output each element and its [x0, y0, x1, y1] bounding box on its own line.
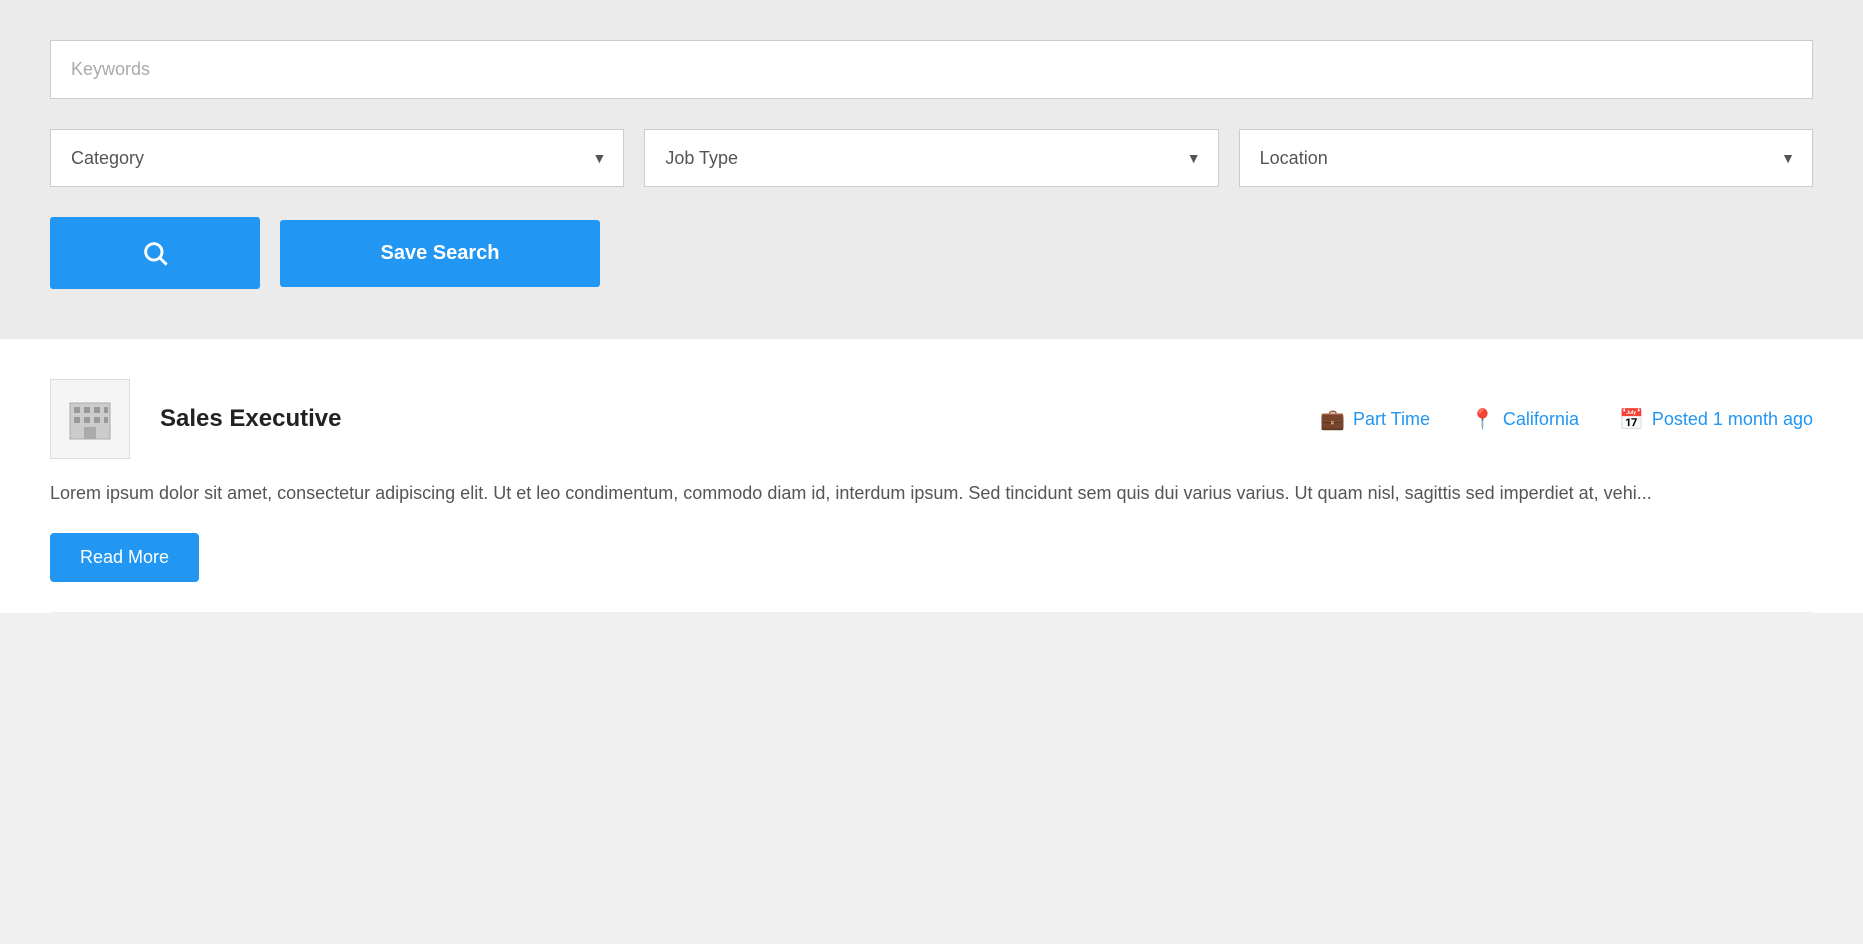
job-meta: 💼 Part Time 📍 California 📅 Posted 1 mont… — [1320, 407, 1813, 432]
job-description: Lorem ipsum dolor sit amet, consectetur … — [50, 479, 1813, 508]
company-logo — [50, 379, 130, 459]
posted-label: Posted 1 month ago — [1652, 409, 1813, 430]
job-type-label: Part Time — [1353, 409, 1430, 430]
job-type-select[interactable]: Job Type Full Time Part Time Freelance C… — [644, 129, 1218, 187]
search-button[interactable] — [50, 217, 260, 289]
job-type-wrapper: Job Type Full Time Part Time Freelance C… — [644, 129, 1218, 187]
job-type-meta: 💼 Part Time — [1320, 407, 1430, 432]
results-section: Sales Executive 💼 Part Time 📍 California… — [0, 339, 1863, 613]
briefcase-icon: 💼 — [1320, 407, 1345, 432]
search-icon — [141, 239, 169, 267]
location-select[interactable]: Location California New York Texas Flori… — [1239, 129, 1813, 187]
category-select[interactable]: Category IT Finance Marketing Engineerin… — [50, 129, 624, 187]
category-wrapper: Category IT Finance Marketing Engineerin… — [50, 129, 624, 187]
location-meta: 📍 California — [1470, 407, 1579, 432]
filters-row: Category IT Finance Marketing Engineerin… — [50, 129, 1813, 187]
location-label: California — [1503, 409, 1579, 430]
buttons-row: Save Search — [50, 217, 1813, 289]
calendar-icon: 📅 — [1619, 407, 1644, 432]
location-icon: 📍 — [1470, 407, 1495, 432]
search-section: Category IT Finance Marketing Engineerin… — [0, 0, 1863, 339]
job-title: Sales Executive — [160, 405, 1290, 433]
keywords-row — [50, 40, 1813, 99]
read-more-button[interactable]: Read More — [50, 533, 199, 582]
job-card: Sales Executive 💼 Part Time 📍 California… — [50, 339, 1813, 613]
location-wrapper: Location California New York Texas Flori… — [1239, 129, 1813, 187]
job-header: Sales Executive 💼 Part Time 📍 California… — [50, 379, 1813, 459]
posted-meta: 📅 Posted 1 month ago — [1619, 407, 1813, 432]
save-search-button[interactable]: Save Search — [280, 220, 600, 287]
building-icon — [66, 395, 114, 443]
keywords-input[interactable] — [50, 40, 1813, 99]
